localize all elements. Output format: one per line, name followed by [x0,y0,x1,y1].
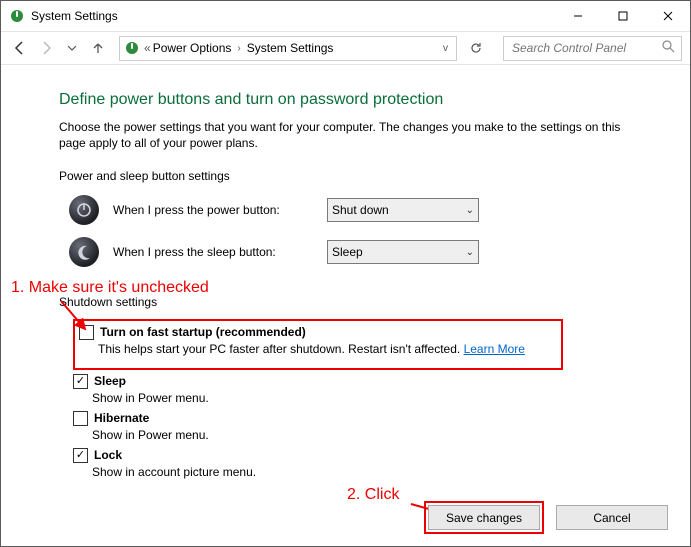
learn-more-link[interactable]: Learn More [464,342,525,356]
nav-forward-button[interactable] [35,37,57,59]
nav-up-button[interactable] [87,37,109,59]
breadcrumb-item[interactable]: System Settings [247,41,334,55]
titlebar-left: System Settings [1,8,118,24]
breadcrumb-item[interactable]: Power Options [153,41,232,55]
sleep-option: Sleep [73,374,632,389]
hibernate-option-label: Hibernate [94,411,149,425]
minimize-button[interactable] [555,1,600,31]
power-button-label: When I press the power button: [113,203,313,217]
navbar: « Power Options › System Settings v [1,32,690,65]
address-bar[interactable]: « Power Options › System Settings v [119,36,457,61]
fast-startup-desc: This helps start your PC faster after sh… [98,342,557,356]
system-settings-window: System Settings « Power Options [0,0,691,547]
sleep-option-desc: Show in Power menu. [92,391,632,405]
lock-option-desc: Show in account picture menu. [92,465,632,479]
nav-recent-button[interactable] [61,37,83,59]
lock-checkbox[interactable] [73,448,88,463]
power-button-select[interactable]: Shut down ⌄ [327,198,479,222]
page-subhead: Choose the power settings that you want … [59,119,632,151]
lock-option: Lock [73,448,632,463]
power-options-icon [124,40,140,56]
fast-startup-option: Turn on fast startup (recommended) [79,325,557,340]
page-heading: Define power buttons and turn on passwor… [59,91,632,109]
fast-startup-label: Turn on fast startup (recommended) [100,325,306,339]
power-options-icon [9,8,25,24]
window-title: System Settings [31,9,118,23]
content: Define power buttons and turn on passwor… [1,65,690,479]
maximize-button[interactable] [600,1,645,31]
nav-back-button[interactable] [9,37,31,59]
breadcrumb: « Power Options › System Settings [144,41,333,55]
search-input[interactable] [510,40,675,56]
sleep-checkbox[interactable] [73,374,88,389]
section-power-sleep-title: Power and sleep button settings [59,169,632,183]
sleep-button-value: Sleep [332,245,363,259]
section-shutdown-title: Shutdown settings [59,295,632,309]
power-button-row: When I press the power button: Shut down… [69,195,632,225]
titlebar: System Settings [1,1,690,32]
search-icon [662,40,675,56]
annotation-2: 2. Click [347,486,399,504]
fast-startup-highlight: Turn on fast startup (recommended) This … [73,319,563,370]
footer: Save changes Cancel [424,501,668,534]
hibernate-option-desc: Show in Power menu. [92,428,632,442]
search-box[interactable] [503,36,682,61]
chevron-down-icon[interactable]: v [439,43,452,54]
sleep-button-label: When I press the sleep button: [113,245,313,259]
hibernate-option: Hibernate [73,411,632,426]
chevron-right-icon: › [233,43,244,54]
close-button[interactable] [645,1,690,31]
breadcrumb-prefix-chevron[interactable]: « [144,41,151,55]
annotation-arrow-1 [59,299,99,339]
refresh-button[interactable] [465,37,487,59]
chevron-down-icon: ⌄ [466,205,474,216]
shutdown-section: Shutdown settings Turn on fast startup (… [59,295,632,479]
power-button-value: Shut down [332,203,389,217]
window-controls [555,1,690,31]
cancel-button[interactable]: Cancel [556,505,668,530]
sleep-option-label: Sleep [94,374,126,388]
save-highlight: Save changes [424,501,544,534]
sleep-button-row: When I press the sleep button: Sleep ⌄ [69,237,632,267]
hibernate-checkbox[interactable] [73,411,88,426]
sleep-icon [69,237,99,267]
lock-option-label: Lock [94,448,122,462]
save-changes-button[interactable]: Save changes [428,505,540,530]
chevron-down-icon: ⌄ [466,247,474,258]
power-icon [69,195,99,225]
sleep-button-select[interactable]: Sleep ⌄ [327,240,479,264]
